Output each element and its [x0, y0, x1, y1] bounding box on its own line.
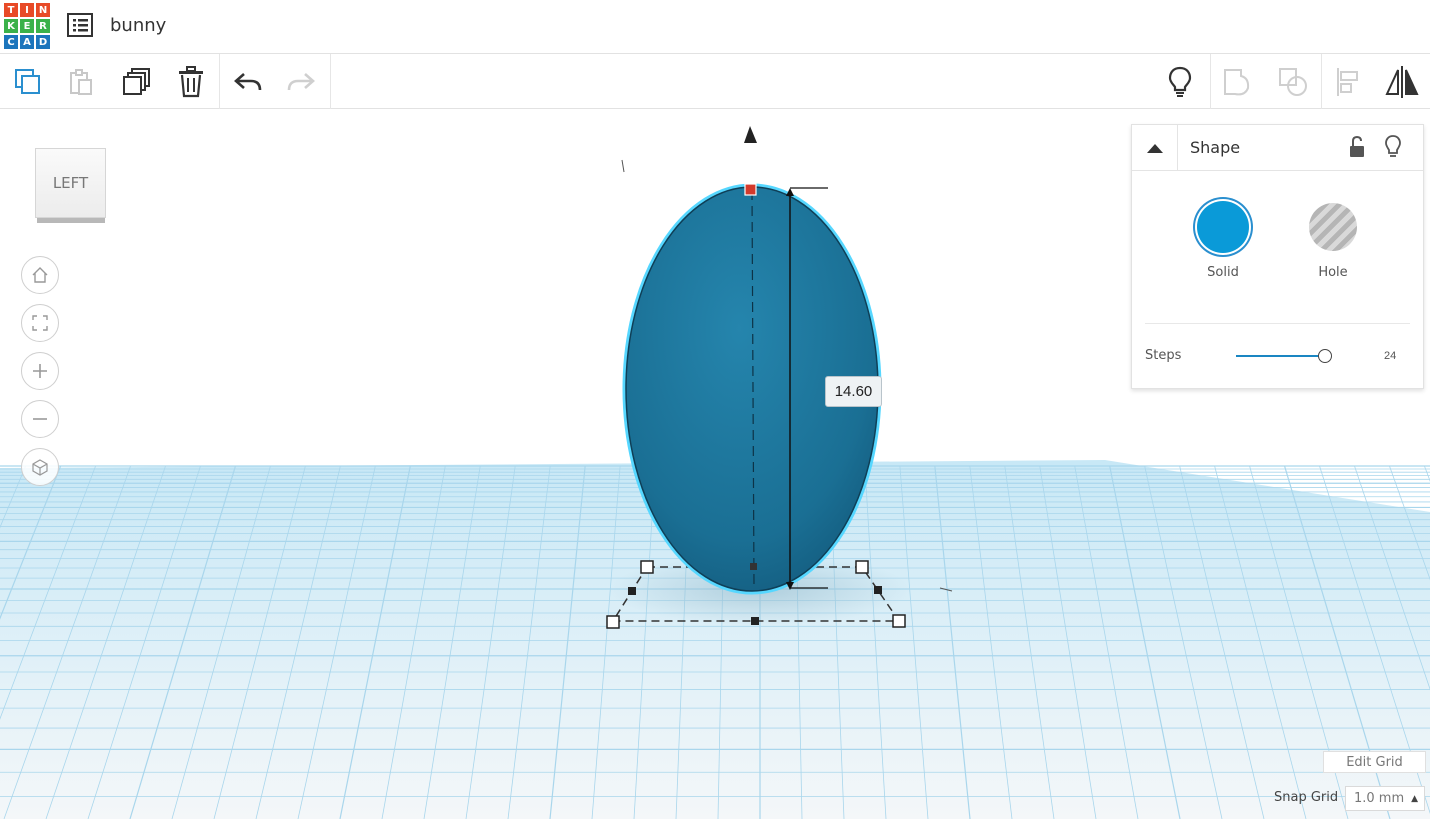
- zoom-in-button[interactable]: [21, 352, 59, 390]
- fit-view-button[interactable]: [21, 304, 59, 342]
- list-icon: [67, 13, 93, 37]
- hole-label: Hole: [1318, 265, 1348, 280]
- snap-grid-value: 1.0 mm: [1354, 791, 1405, 806]
- logo-letter: E: [19, 18, 35, 34]
- side-handle[interactable]: [874, 586, 882, 594]
- inspector-title: Shape: [1190, 138, 1241, 157]
- inspector-header: Shape: [1132, 125, 1423, 171]
- lift-handle-icon[interactable]: [744, 126, 757, 143]
- align-button[interactable]: [1328, 62, 1368, 102]
- logo-letter: T: [3, 2, 19, 18]
- height-dimension-input[interactable]: 14.60: [825, 376, 882, 407]
- logo-letter: D: [35, 34, 51, 50]
- top-header: TINKERCAD bunny: [0, 0, 1430, 54]
- fit-view-icon: [32, 315, 48, 331]
- notes-button[interactable]: [1160, 62, 1200, 102]
- ungroup-button[interactable]: [1273, 62, 1313, 102]
- toolbar-divider: [1210, 54, 1211, 109]
- side-handle[interactable]: [750, 563, 757, 570]
- shape-inspector-panel: Shape Solid Hole Steps 24: [1131, 124, 1424, 389]
- logo-letter: C: [3, 34, 19, 50]
- lightbulb-icon: [1168, 66, 1192, 97]
- perspective-button[interactable]: [21, 448, 59, 486]
- logo-letter: R: [35, 18, 51, 34]
- steps-value: 24: [1384, 350, 1397, 362]
- project-list-button[interactable]: [66, 12, 94, 38]
- redo-button[interactable]: [281, 62, 321, 102]
- side-handle[interactable]: [628, 587, 636, 595]
- copy-icon: [15, 69, 40, 94]
- inspector-divider: [1145, 323, 1410, 324]
- snap-grid-select[interactable]: 1.0 mm ▲: [1345, 786, 1425, 811]
- corner-handle[interactable]: [855, 560, 869, 574]
- duplicate-button[interactable]: [116, 62, 156, 102]
- steps-label: Steps: [1145, 348, 1182, 363]
- trash-icon: [179, 66, 203, 98]
- tinkercad-logo[interactable]: TINKERCAD: [3, 2, 51, 50]
- corner-handle[interactable]: [606, 615, 620, 629]
- zoom-in-icon: [33, 364, 47, 378]
- view-cube[interactable]: LEFT: [35, 148, 107, 224]
- home-icon: [32, 267, 48, 283]
- collapse-inspector-button[interactable]: [1132, 125, 1178, 171]
- logo-letter: N: [35, 2, 51, 18]
- solid-label: Solid: [1207, 265, 1239, 280]
- solid-color-swatch[interactable]: [1197, 201, 1249, 253]
- logo-letter: I: [19, 2, 35, 18]
- perspective-icon: [32, 459, 48, 476]
- paste-button[interactable]: [61, 62, 101, 102]
- ungroup-icon: [1279, 68, 1307, 96]
- caret-up-icon: ▲: [1411, 793, 1419, 804]
- home-view-button[interactable]: [21, 256, 59, 294]
- visibility-button[interactable]: [1379, 133, 1407, 161]
- duplicate-icon: [123, 68, 150, 95]
- hole-option[interactable]: Hole: [1298, 201, 1368, 280]
- solid-option[interactable]: Solid: [1188, 201, 1258, 280]
- rotate-handle-icon[interactable]: [621, 159, 625, 173]
- hole-swatch[interactable]: [1309, 203, 1357, 251]
- logo-letter: A: [19, 34, 35, 50]
- corner-handle[interactable]: [892, 614, 906, 628]
- undo-button[interactable]: [228, 62, 268, 102]
- steps-slider-thumb[interactable]: [1318, 349, 1332, 363]
- mirror-button[interactable]: [1382, 62, 1422, 102]
- group-button[interactable]: [1217, 62, 1257, 102]
- lightbulb-icon: [1385, 135, 1401, 157]
- corner-handle[interactable]: [640, 560, 654, 574]
- edit-toolbar: [0, 54, 1430, 109]
- copy-button[interactable]: [8, 62, 48, 102]
- align-icon: [1337, 68, 1358, 96]
- project-name[interactable]: bunny: [110, 15, 166, 36]
- zoom-out-icon: [33, 418, 47, 420]
- group-icon: [1224, 69, 1250, 96]
- height-handle[interactable]: [744, 183, 757, 196]
- unlock-icon: [1350, 136, 1364, 157]
- paste-icon: [70, 69, 92, 95]
- view-cube-face[interactable]: LEFT: [35, 148, 106, 218]
- toolbar-divider: [1321, 54, 1322, 109]
- snap-grid-label: Snap Grid: [1274, 790, 1339, 805]
- steps-slider-track[interactable]: [1236, 355, 1325, 357]
- redo-icon: [287, 73, 315, 91]
- undo-icon: [234, 73, 262, 91]
- mirror-icon: [1385, 66, 1419, 98]
- delete-button[interactable]: [171, 62, 211, 102]
- logo-letter: K: [3, 18, 19, 34]
- side-handle[interactable]: [751, 617, 759, 625]
- view-cube-edge: [37, 218, 105, 223]
- zoom-out-button[interactable]: [21, 400, 59, 438]
- toolbar-divider: [330, 54, 331, 109]
- toolbar-divider: [219, 54, 220, 109]
- edit-grid-button[interactable]: Edit Grid: [1323, 751, 1426, 773]
- lock-button[interactable]: [1343, 133, 1371, 161]
- caret-up-icon: [1146, 144, 1163, 153]
- steps-slider[interactable]: [1236, 349, 1338, 363]
